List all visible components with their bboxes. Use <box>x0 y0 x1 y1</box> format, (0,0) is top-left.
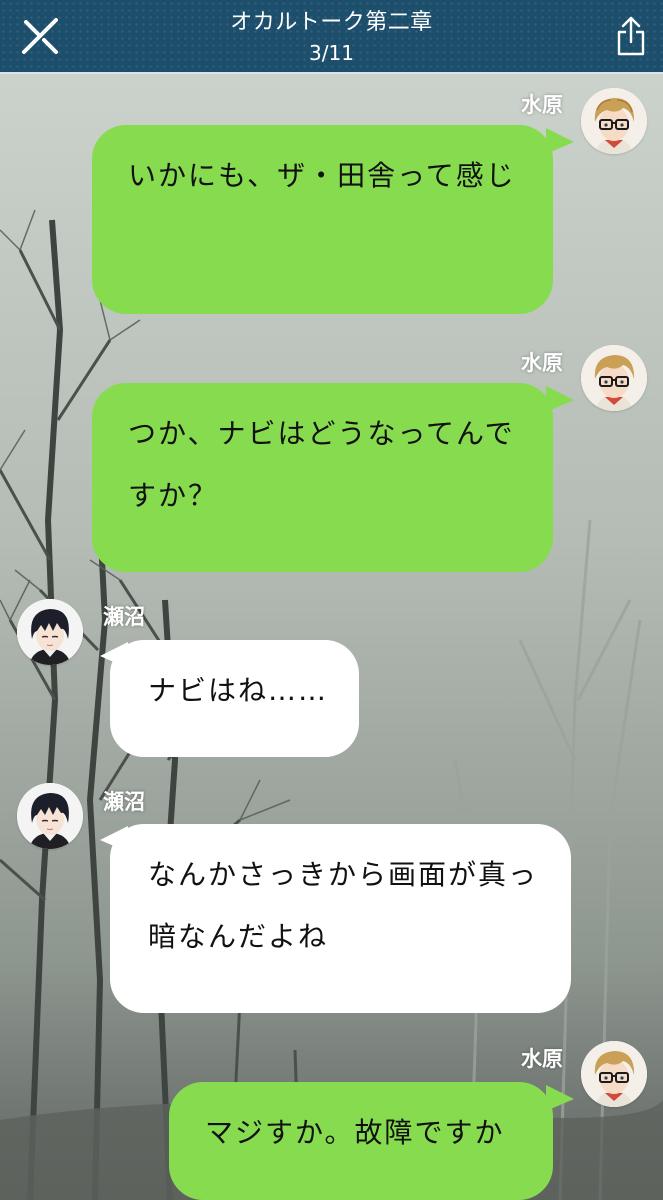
chat-title: オカルトーク第二章 <box>230 10 433 35</box>
bubble-tail <box>546 1085 576 1115</box>
avatar-senuma[interactable] <box>17 599 83 665</box>
header-bar: オカルトーク第二章 3/11 <box>0 0 663 74</box>
avatar-image <box>581 88 647 154</box>
message-bubble[interactable]: なんかさっきから画面が真っ暗なんだよね <box>110 824 571 1013</box>
message-bubble[interactable]: つか、ナビはどうなってんですか？ <box>92 383 553 572</box>
sender-name: 水原 <box>521 1047 563 1071</box>
chat-screen: オカルトーク第二章 3/11 水原 いかにも、ザ・田舎って感じ 水原 つか、ナビ… <box>0 0 663 1200</box>
avatar-mizuhara[interactable] <box>581 88 647 154</box>
avatar-image <box>17 783 83 849</box>
share-icon <box>617 16 645 56</box>
avatar-image <box>17 599 83 665</box>
chapter-progress: 3/11 <box>309 41 354 65</box>
sender-name: 瀬沼 <box>103 605 145 629</box>
message-bubble[interactable]: マジすか。故障ですか <box>169 1082 553 1200</box>
message-bubble[interactable]: いかにも、ザ・田舎って感じ <box>92 125 553 314</box>
sender-name: 水原 <box>521 351 563 375</box>
message-bubble[interactable]: ナビはね…… <box>110 640 359 757</box>
bubble-tail <box>546 386 576 416</box>
sender-name: 瀬沼 <box>103 790 145 814</box>
avatar-image <box>581 1041 647 1107</box>
avatar-mizuhara[interactable] <box>581 345 647 411</box>
avatar-senuma[interactable] <box>17 783 83 849</box>
avatar-mizuhara[interactable] <box>581 1041 647 1107</box>
bubble-tail <box>546 128 576 158</box>
avatar-image <box>581 345 647 411</box>
sender-name: 水原 <box>521 93 563 117</box>
share-button[interactable] <box>615 14 647 58</box>
